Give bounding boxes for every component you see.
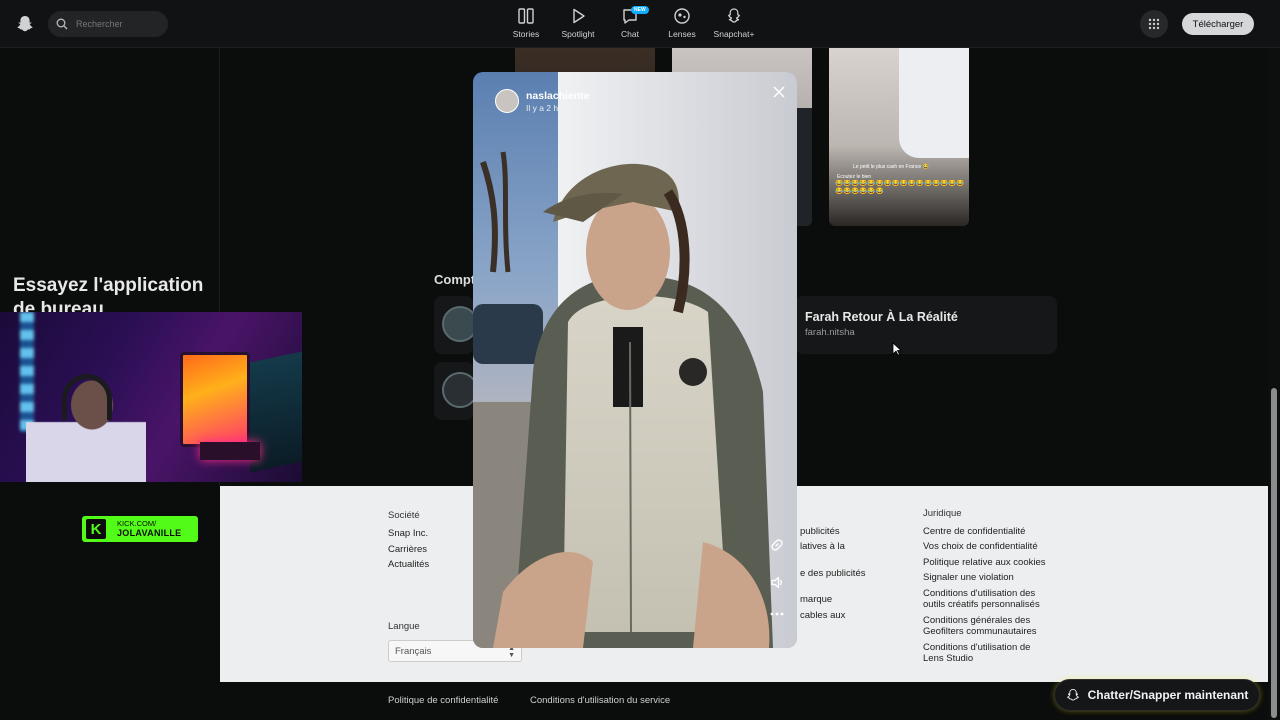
account-card[interactable] (434, 296, 478, 354)
ghost-plus-icon (727, 8, 741, 23)
account-card-farah[interactable]: Farah Retour À La Réalité farah.nitsha (795, 296, 1057, 354)
account-card[interactable] (434, 362, 478, 420)
more-icon (770, 612, 784, 616)
footer-link-report[interactable]: Signaler une violation (923, 572, 1053, 584)
mute-button[interactable] (767, 572, 787, 592)
nav-lenses[interactable]: Lenses (656, 6, 708, 39)
story-video (473, 72, 797, 648)
search-input[interactable] (74, 18, 164, 30)
ghost-icon (1066, 688, 1079, 701)
nav-spotlight[interactable]: Spotlight (552, 6, 604, 39)
account-name: Farah Retour À La Réalité (805, 310, 958, 324)
account-handle: farah.nitsha (805, 327, 855, 338)
footer-link-news[interactable]: Actualités (388, 557, 429, 572)
story-thumbnail[interactable]: Le petit le plus cash en France 😂 Ecoute… (829, 48, 969, 226)
nav-chat[interactable]: NEW Chat (604, 6, 656, 39)
close-icon (773, 86, 785, 98)
page-scrollbar[interactable] (1268, 48, 1280, 720)
nav-stories[interactable]: Stories (500, 6, 552, 39)
nav-snapchat-plus[interactable]: Snapchat+ (708, 6, 760, 39)
search-icon (56, 18, 68, 30)
footer-link-geofilters[interactable]: Conditions générales des Geofilters comm… (923, 615, 1053, 638)
apps-grid-button[interactable] (1140, 10, 1168, 38)
footer-link-ads-rel[interactable]: latives à la (800, 539, 865, 554)
mouse-cursor-icon (892, 342, 902, 356)
language-label: Langue (388, 621, 420, 632)
nav-snapchat-plus-label: Snapchat+ (713, 29, 755, 39)
copy-link-button[interactable] (767, 535, 787, 555)
link-icon (771, 539, 783, 551)
bottom-link-terms[interactable]: Conditions d'utilisation du service (530, 695, 670, 706)
story-author-name: naslachiente (526, 89, 590, 102)
chat-now-button[interactable]: Chatter/Snapper maintenant (1054, 679, 1260, 711)
kick-logo-icon: K (86, 519, 106, 539)
footer-legal-title: Juridique (923, 508, 962, 519)
story-author-info: naslachiente Il y a 2 h (526, 90, 590, 113)
nav-chat-label: Chat (621, 29, 639, 39)
avatar (495, 89, 519, 113)
footer-company-title: Société (388, 510, 420, 521)
new-badge: NEW (631, 6, 649, 14)
footer-link-applicable[interactable]: cables aux (800, 608, 865, 623)
speaker-icon (770, 576, 782, 588)
nav-stories-label: Stories (512, 29, 540, 39)
footer-link-ads[interactable]: publicités (800, 524, 865, 539)
pc-case (180, 352, 250, 447)
footer-link-snap-inc[interactable]: Snap Inc. (388, 526, 429, 541)
footer-legal-column: Juridique Centre de confidentialité Vos … (923, 508, 1053, 665)
footer-link-cookies[interactable]: Politique relative aux cookies (923, 557, 1053, 569)
kick-url-line1: KICK.COM/ (117, 519, 157, 528)
more-options-button[interactable] (767, 604, 787, 624)
thumbnail-caption-1: Le petit le plus cash en France 😂 (853, 164, 929, 170)
thumbnail-emoji-row: 😂😂😂😂😂😂😂😂😂😂😂😂😂😂😂😂😂😂😂😂😂😂 (835, 180, 965, 195)
footer-company-column: Société Snap Inc. Carrières Actualités (388, 508, 429, 573)
webcam-overlay (0, 312, 302, 482)
footer-link-privacy-center[interactable]: Centre de confidentialité (923, 526, 1053, 538)
play-icon (573, 8, 585, 24)
headset (62, 374, 112, 420)
story-author[interactable]: naslachiente Il y a 2 h (495, 89, 590, 113)
nav-spotlight-label: Spotlight (561, 29, 595, 39)
story-timestamp: Il y a 2 h (526, 102, 559, 113)
kick-channel-badge[interactable]: K KICK.COM/ JOLAVANILLE (82, 516, 198, 542)
footer-link-ads-gallery[interactable]: e des publicités (800, 566, 865, 581)
stories-icon (518, 8, 534, 24)
keyboard (200, 442, 260, 460)
download-button[interactable]: Télécharger (1182, 13, 1254, 35)
scrollbar-thumb[interactable] (1271, 388, 1277, 718)
lens-icon (674, 8, 690, 24)
grid-icon (1148, 18, 1160, 30)
footer-middle-column: publicités latives à la e des publicités… (800, 524, 865, 623)
main-nav: Stories Spotlight NEW Chat Lenses Snapch… (500, 6, 760, 39)
footer-link-brand[interactable]: marque (800, 592, 865, 607)
search-bar[interactable] (48, 11, 168, 37)
kick-url-line2: JOLAVANILLE (117, 528, 182, 538)
footer-link-careers[interactable]: Carrières (388, 542, 429, 557)
footer-link-privacy-choices[interactable]: Vos choix de confidentialité (923, 541, 1053, 553)
footer-link-creative-tools[interactable]: Conditions d'utilisation des outils créa… (923, 588, 1053, 611)
accounts-section-title: Compt (434, 272, 476, 287)
snapchat-logo-icon[interactable] (15, 14, 35, 34)
close-button[interactable] (769, 82, 789, 102)
nav-lenses-label: Lenses (668, 29, 696, 39)
top-bar: Stories Spotlight NEW Chat Lenses Snapch… (0, 0, 1280, 48)
chat-now-label: Chatter/Snapper maintenant (1087, 688, 1249, 702)
language-value: Français (395, 645, 432, 657)
thumbnail-shirt (899, 48, 969, 158)
bottom-link-privacy[interactable]: Politique de confidentialité (388, 695, 498, 706)
footer-link-lens-studio[interactable]: Conditions d'utilisation de Lens Studio (923, 642, 1053, 665)
story-viewer[interactable]: naslachiente Il y a 2 h (473, 72, 797, 648)
